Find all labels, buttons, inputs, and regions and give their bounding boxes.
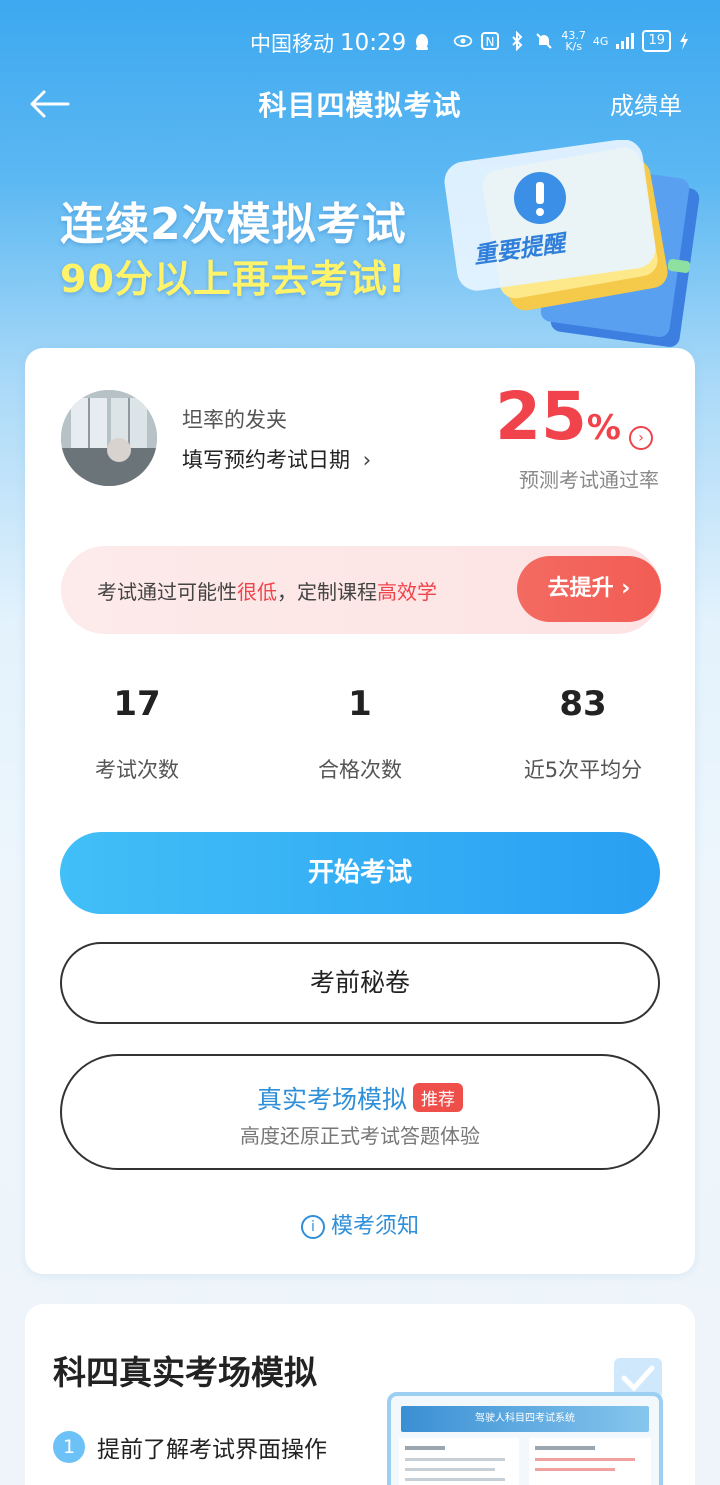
carrier-label: 中国移动 — [250, 32, 334, 56]
real-exam-title-row: 真实考场模拟 推荐 — [62, 1080, 658, 1116]
warning-text-4: 高效学 — [377, 580, 437, 604]
section-title: 科四真实考场模拟 — [53, 1353, 317, 1392]
low-pass-warning: 考试通过可能性很低，定制课程高效学 去提升 › — [61, 546, 661, 634]
pass-rate-detail-icon[interactable]: › — [629, 426, 653, 450]
mute-bell-icon — [536, 33, 553, 49]
status-bar: 中国移动 10:29 N 43.7 K/s 4G 19 — [0, 0, 720, 84]
bluetooth-icon — [512, 31, 523, 51]
stat-average-score: 83 近5次平均分 — [483, 684, 683, 784]
status-left: 中国移动 10:29 — [250, 28, 432, 58]
pass-rate-label: 预测考试通过率 — [519, 468, 659, 492]
stat-value: 83 — [559, 684, 607, 724]
step-text: 提前了解考试界面操作 — [97, 1437, 327, 1463]
signal-icon — [616, 33, 635, 49]
real-exam-intro-card: 科四真实考场模拟 1 提前了解考试界面操作 驾驶人科目四考试系统 — [25, 1304, 695, 1485]
real-exam-simulation-button[interactable]: 真实考场模拟 推荐 高度还原正式考试答题体验 — [60, 1054, 660, 1170]
username: 坦率的发夹 — [182, 408, 287, 432]
avatar[interactable] — [61, 390, 157, 486]
charging-icon — [680, 32, 688, 50]
net-speed-unit: K/s — [565, 40, 582, 53]
book-exam-date-link[interactable]: 填写预约考试日期 › — [182, 444, 371, 474]
eye-icon — [454, 35, 473, 47]
real-exam-subtitle: 高度还原正式考试答题体验 — [240, 1124, 480, 1148]
exam-notice-link[interactable]: i 模考须知 — [25, 1208, 695, 1240]
recommend-badge: 推荐 — [413, 1083, 463, 1112]
warning-text-1: 考试通过可能性 — [97, 580, 237, 604]
banner-subline: 90分以上再去考试! — [60, 257, 407, 301]
improve-button[interactable]: 去提升 › — [517, 556, 661, 622]
net-speed: 43.7 K/s — [561, 30, 586, 52]
score-report-link[interactable]: 成绩单 — [610, 86, 682, 121]
stat-label: 合格次数 — [318, 758, 402, 782]
network-type: 4G — [592, 34, 609, 48]
pass-rate-unit: % — [586, 408, 621, 448]
exam-stats: 17 考试次数 1 合格次数 83 近5次平均分 — [25, 684, 695, 794]
pass-rate-number: 25 — [495, 378, 587, 455]
warning-text: 考试通过可能性很低，定制课程高效学 — [97, 576, 437, 605]
svg-text:N: N — [486, 35, 495, 49]
warning-text-2: 很低 — [237, 580, 277, 604]
warning-text-3: ，定制课程 — [277, 580, 377, 604]
book-exam-date-label: 填写预约考试日期 — [182, 448, 350, 472]
chevron-right-icon: › — [621, 576, 631, 601]
preview-content-illustration — [399, 1438, 651, 1485]
battery-indicator: 19 — [642, 30, 671, 52]
stat-value: 17 — [113, 684, 161, 724]
qq-notification-icon — [416, 34, 429, 50]
info-icon: i — [300, 1215, 325, 1239]
pre-exam-paper-button[interactable]: 考前秘卷 — [60, 942, 660, 1024]
promo-banner[interactable]: 连续2次模拟考试 90分以上再去考试! 重要提醒 — [0, 140, 720, 350]
exam-system-preview: 驾驶人科目四考试系统 — [387, 1392, 663, 1485]
chevron-right-icon: › — [362, 448, 372, 472]
status-icons: N 43.7 K/s 4G 19 — [453, 30, 690, 52]
exam-notice-label: 模考须知 — [330, 1214, 419, 1239]
nav-bar: 科目四模拟考试 成绩单 — [0, 76, 720, 132]
banner-headline: 连续2次模拟考试 — [60, 199, 407, 250]
nfc-icon: N — [481, 32, 500, 50]
intro-step: 1 提前了解考试界面操作 — [53, 1430, 327, 1464]
clock: 10:29 — [340, 30, 407, 56]
start-exam-button[interactable]: 开始考试 — [60, 832, 660, 914]
stat-pass-count: 1 合格次数 — [260, 684, 460, 784]
step-number: 1 — [53, 1431, 85, 1463]
real-exam-title: 真实考场模拟 — [256, 1085, 407, 1114]
avatar-photo-icon — [61, 390, 157, 486]
stat-label: 近5次平均分 — [523, 758, 643, 782]
stat-value: 1 — [348, 684, 372, 724]
stat-exam-count: 17 考试次数 — [37, 684, 237, 784]
preview-title: 驾驶人科目四考试系统 — [401, 1406, 649, 1432]
pass-rate-value: 25% — [495, 384, 621, 450]
improve-button-label: 去提升 — [547, 576, 614, 601]
stat-label: 考试次数 — [95, 758, 179, 782]
exam-summary-card: 坦率的发夹 填写预约考试日期 › 25% › 预测考试通过率 考试通过可能性很低… — [25, 348, 695, 1274]
